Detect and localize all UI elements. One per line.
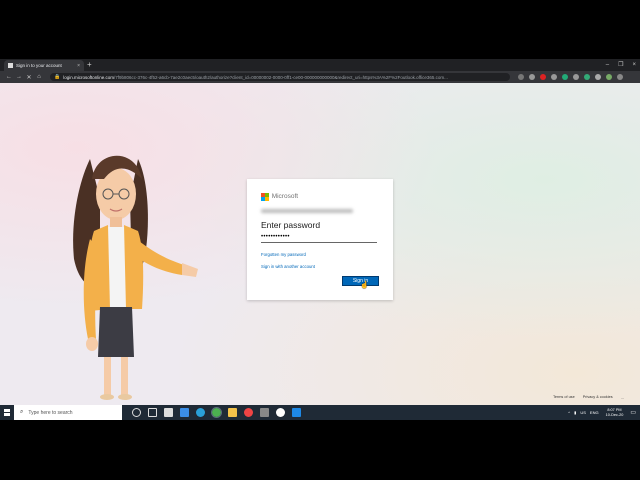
microsoft-logo-icon	[261, 193, 269, 201]
hand-cursor-icon: ☝	[360, 282, 369, 289]
tray-chevron-icon[interactable]: ^	[568, 410, 570, 415]
windows-taskbar: ⌕ Type here to search ^ ▮ US ENG 8:07 PM…	[0, 405, 640, 420]
profile-avatar-icon[interactable]	[606, 74, 612, 80]
microsoft-logo: Microsoft	[261, 193, 379, 201]
extension-gray2-icon[interactable]	[573, 74, 579, 80]
app-white-icon[interactable]	[276, 408, 285, 417]
forgot-password-link[interactable]: Forgotten my password	[261, 252, 379, 257]
extension-puzzle-icon[interactable]	[595, 74, 601, 80]
screen: Sign in to your account × + – ❐ × ← → ✕ …	[0, 59, 640, 420]
url-path: /7f9b806cc-376c-4f52-a6cb-7ae2c0aec5/oau…	[114, 74, 448, 80]
page-title: Enter password	[261, 219, 321, 230]
browser-toolbar: ← → ✕ ⌂ 🔒 login.microsoftonline.com /7f9…	[0, 71, 640, 83]
store-icon[interactable]	[164, 408, 173, 417]
system-tray: ^ ▮ US ENG 8:07 PM 10-Dec-20 ▭	[568, 408, 640, 418]
extension-icons	[518, 74, 623, 80]
network-icon[interactable]: ▮	[574, 410, 576, 415]
blurred-email[interactable]	[261, 208, 353, 213]
maximize-button[interactable]: ❐	[618, 60, 623, 70]
search-placeholder: Type here to search	[28, 409, 73, 416]
stop-icon[interactable]: ✕	[24, 74, 34, 81]
extension-teal-icon[interactable]	[584, 74, 590, 80]
back-icon[interactable]: ←	[4, 74, 14, 80]
media-player-icon[interactable]	[244, 408, 253, 417]
language-indicator[interactable]: ENG	[590, 410, 599, 415]
taskbar-search[interactable]: ⌕ Type here to search	[14, 405, 122, 420]
taskbar-apps	[132, 407, 301, 418]
terms-link[interactable]: Terms of use	[553, 395, 575, 400]
app-gray-icon[interactable]	[260, 408, 269, 417]
lock-icon: 🔒	[54, 74, 61, 80]
tab-title: Sign in to your account	[16, 63, 62, 68]
page-background: Microsoft Enter password •••••••••••• Fo…	[0, 83, 640, 405]
start-button[interactable]	[0, 409, 14, 416]
brand-name: Microsoft	[271, 193, 299, 201]
search-icon: ⌕	[20, 409, 24, 415]
privacy-link[interactable]: Privacy & cookies	[583, 395, 613, 400]
file-explorer-icon[interactable]	[228, 408, 237, 417]
tab-sign-in[interactable]: Sign in to your account ×	[4, 60, 84, 71]
clock-date: 10-Dec-20	[605, 412, 624, 417]
menu-icon[interactable]	[617, 74, 623, 80]
mail-icon[interactable]	[292, 408, 301, 417]
forward-icon[interactable]: →	[14, 74, 24, 80]
task-view-icon[interactable]	[148, 408, 157, 417]
new-tab-button[interactable]: +	[87, 60, 92, 70]
tab-strip: Sign in to your account × + – ❐ ×	[0, 59, 640, 71]
region-indicator[interactable]: US	[580, 410, 586, 415]
extension-red-icon[interactable]	[540, 74, 546, 80]
key-icon[interactable]	[518, 74, 524, 80]
tab-close-icon[interactable]: ×	[77, 63, 80, 69]
video-frame: Sign in to your account × + – ❐ × ← → ✕ …	[0, 0, 640, 480]
chrome-icon[interactable]	[211, 407, 222, 418]
favicon-icon	[8, 63, 13, 68]
signin-card: Microsoft Enter password •••••••••••• Fo…	[247, 179, 393, 300]
other-account-link[interactable]: Sign in with another account	[261, 264, 379, 269]
cartoon-woman-illustration	[73, 155, 198, 400]
notifications-icon[interactable]: ▭	[630, 409, 636, 416]
window-controls: – ❐ ×	[606, 60, 636, 70]
minimize-button[interactable]: –	[606, 60, 609, 70]
close-window-button[interactable]: ×	[632, 60, 636, 70]
star-icon[interactable]	[529, 74, 535, 80]
extension-green-icon[interactable]	[562, 74, 568, 80]
footer-links: Terms of use Privacy & cookies ...	[553, 395, 624, 400]
url-host: login.microsoftonline.com	[63, 74, 115, 80]
more-options[interactable]: ...	[621, 395, 624, 400]
clock[interactable]: 8:07 PM 10-Dec-20	[606, 408, 624, 418]
edge-icon[interactable]	[196, 408, 205, 417]
home-icon[interactable]: ⌂	[34, 74, 44, 80]
pen-app-icon[interactable]	[180, 408, 189, 417]
windows-logo-icon	[3, 409, 11, 416]
password-field[interactable]: ••••••••••••	[261, 234, 377, 243]
address-bar[interactable]: 🔒 login.microsoftonline.com /7f9b806cc-3…	[50, 73, 510, 81]
extension-gray-icon[interactable]	[551, 74, 557, 80]
cortana-icon[interactable]	[132, 408, 141, 417]
